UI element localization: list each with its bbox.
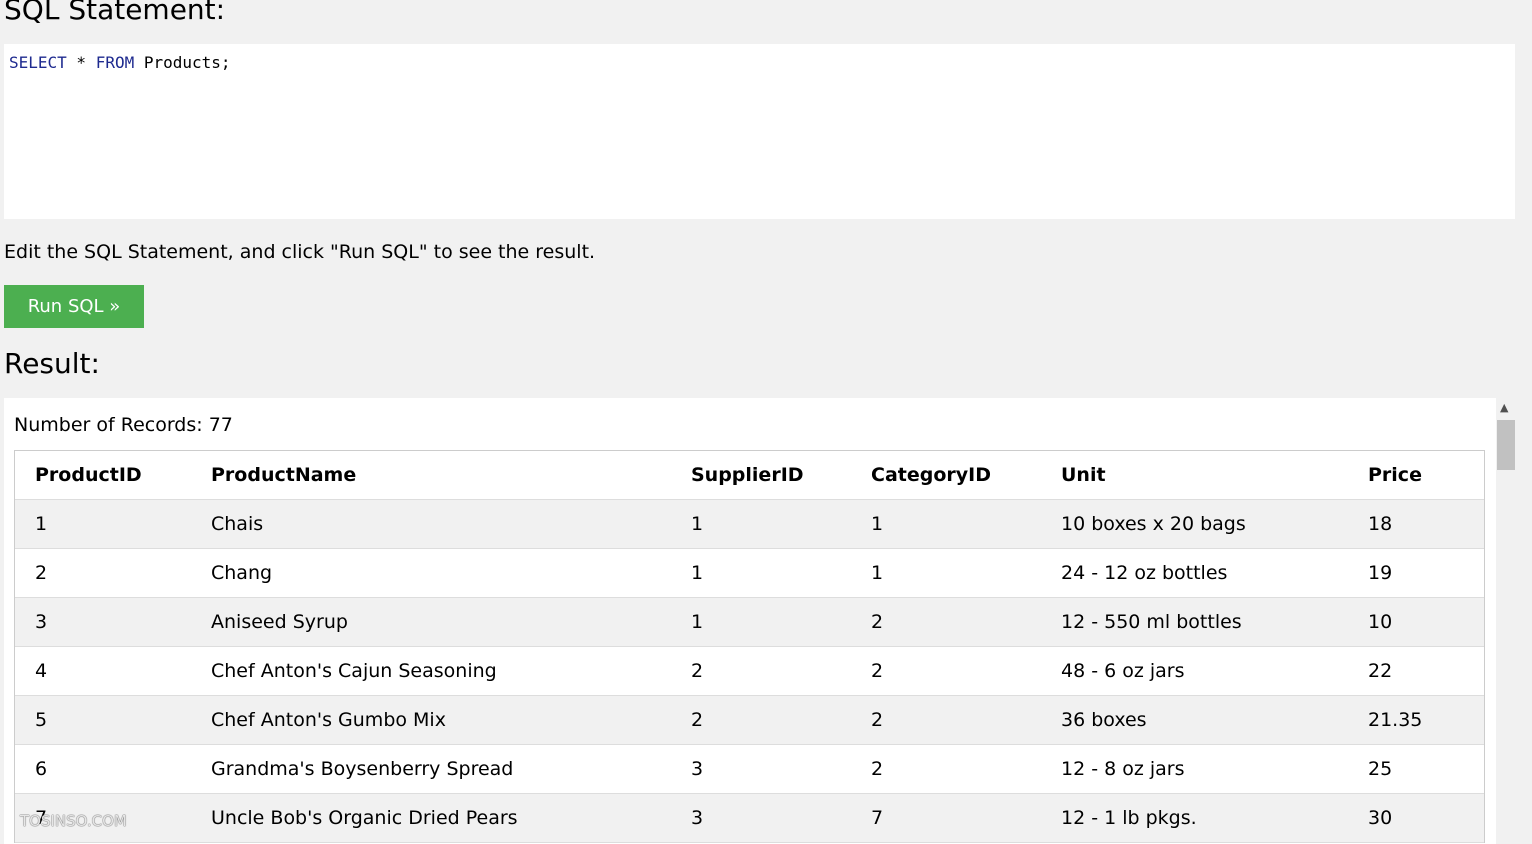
cell-productid: 4 bbox=[35, 660, 48, 682]
cell-unit: 12 - 8 oz jars bbox=[1061, 758, 1185, 780]
table-row: 7 Uncle Bob's Organic Dried Pears 3 7 12… bbox=[15, 794, 1484, 843]
cell-unit: 24 - 12 oz bottles bbox=[1061, 562, 1228, 584]
cell-categoryid: 7 bbox=[871, 807, 884, 829]
cell-categoryid: 1 bbox=[871, 513, 884, 535]
header-productname: ProductName bbox=[211, 464, 357, 486]
result-heading: Result: bbox=[4, 347, 100, 380]
instructions-text: Edit the SQL Statement, and click "Run S… bbox=[4, 241, 596, 263]
table-row: 6 Grandma's Boysenberry Spread 3 2 12 - … bbox=[15, 745, 1484, 794]
cell-categoryid: 1 bbox=[871, 562, 884, 584]
sql-keyword-select: SELECT bbox=[9, 53, 67, 72]
cell-categoryid: 2 bbox=[871, 611, 884, 633]
result-scrollbar[interactable]: ▲ bbox=[1496, 398, 1516, 844]
cell-supplierid: 2 bbox=[691, 660, 704, 682]
header-productid: ProductID bbox=[35, 464, 142, 486]
page: SQL Statement: SELECT * FROM Products; E… bbox=[0, 0, 1532, 844]
cell-productname: Chais bbox=[211, 513, 264, 535]
cell-productid: 3 bbox=[35, 611, 48, 633]
watermark-logo: TOSINSO.COM bbox=[20, 812, 127, 830]
cell-unit: 12 - 1 lb pkgs. bbox=[1061, 807, 1197, 829]
cell-unit: 48 - 6 oz jars bbox=[1061, 660, 1185, 682]
cell-productname: Chang bbox=[211, 562, 273, 584]
cell-price: 22 bbox=[1368, 660, 1393, 682]
chevron-up-icon[interactable]: ▲ bbox=[1500, 400, 1508, 416]
cell-supplierid: 3 bbox=[691, 758, 704, 780]
cell-productname: Chef Anton's Cajun Seasoning bbox=[211, 660, 497, 682]
cell-price: 30 bbox=[1368, 807, 1393, 829]
cell-price: 10 bbox=[1368, 611, 1393, 633]
cell-categoryid: 2 bbox=[871, 709, 884, 731]
cell-supplierid: 2 bbox=[691, 709, 704, 731]
cell-productname: Grandma's Boysenberry Spread bbox=[211, 758, 514, 780]
sql-star: * bbox=[66, 53, 96, 72]
header-supplierid: SupplierID bbox=[691, 464, 804, 486]
sql-keyword-from: FROM bbox=[95, 53, 135, 72]
sql-table-name: Products; bbox=[134, 53, 231, 72]
header-price: Price bbox=[1368, 464, 1422, 486]
run-sql-button[interactable]: Run SQL » bbox=[4, 285, 144, 328]
cell-productname: Uncle Bob's Organic Dried Pears bbox=[211, 807, 518, 829]
cell-unit: 36 boxes bbox=[1061, 709, 1147, 731]
cell-price: 21.35 bbox=[1368, 709, 1423, 731]
cell-productid: 6 bbox=[35, 758, 48, 780]
cell-supplierid: 1 bbox=[691, 562, 704, 584]
cell-productid: 2 bbox=[35, 562, 48, 584]
cell-unit: 10 boxes x 20 bags bbox=[1061, 513, 1246, 535]
header-categoryid: CategoryID bbox=[871, 464, 991, 486]
cell-productid: 5 bbox=[35, 709, 48, 731]
records-count: Number of Records: 77 bbox=[14, 414, 233, 436]
sql-editor[interactable]: SELECT * FROM Products; bbox=[4, 44, 1515, 219]
scrollbar-thumb[interactable] bbox=[1497, 420, 1515, 470]
cell-productname: Chef Anton's Gumbo Mix bbox=[211, 709, 446, 731]
table-row: 1 Chais 1 1 10 boxes x 20 bags 18 bbox=[15, 500, 1484, 549]
cell-price: 19 bbox=[1368, 562, 1393, 584]
table-row: 5 Chef Anton's Gumbo Mix 2 2 36 boxes 21… bbox=[15, 696, 1484, 745]
sql-statement-heading: SQL Statement: bbox=[4, 0, 226, 26]
cell-unit: 12 - 550 ml bottles bbox=[1061, 611, 1242, 633]
table-header-row: ProductID ProductName SupplierID Categor… bbox=[15, 451, 1484, 500]
cell-categoryid: 2 bbox=[871, 660, 884, 682]
table-row: 2 Chang 1 1 24 - 12 oz bottles 19 bbox=[15, 549, 1484, 598]
header-unit: Unit bbox=[1061, 464, 1106, 486]
cell-supplierid: 1 bbox=[691, 611, 704, 633]
table-row: 4 Chef Anton's Cajun Seasoning 2 2 48 - … bbox=[15, 647, 1484, 696]
cell-price: 25 bbox=[1368, 758, 1393, 780]
results-table: ProductID ProductName SupplierID Categor… bbox=[14, 450, 1485, 843]
cell-price: 18 bbox=[1368, 513, 1393, 535]
cell-productname: Aniseed Syrup bbox=[211, 611, 348, 633]
cell-supplierid: 3 bbox=[691, 807, 704, 829]
cell-categoryid: 2 bbox=[871, 758, 884, 780]
cell-supplierid: 1 bbox=[691, 513, 704, 535]
cell-productid: 1 bbox=[35, 513, 48, 535]
table-row: 3 Aniseed Syrup 1 2 12 - 550 ml bottles … bbox=[15, 598, 1484, 647]
result-panel: Number of Records: 77 ProductID ProductN… bbox=[4, 398, 1496, 844]
